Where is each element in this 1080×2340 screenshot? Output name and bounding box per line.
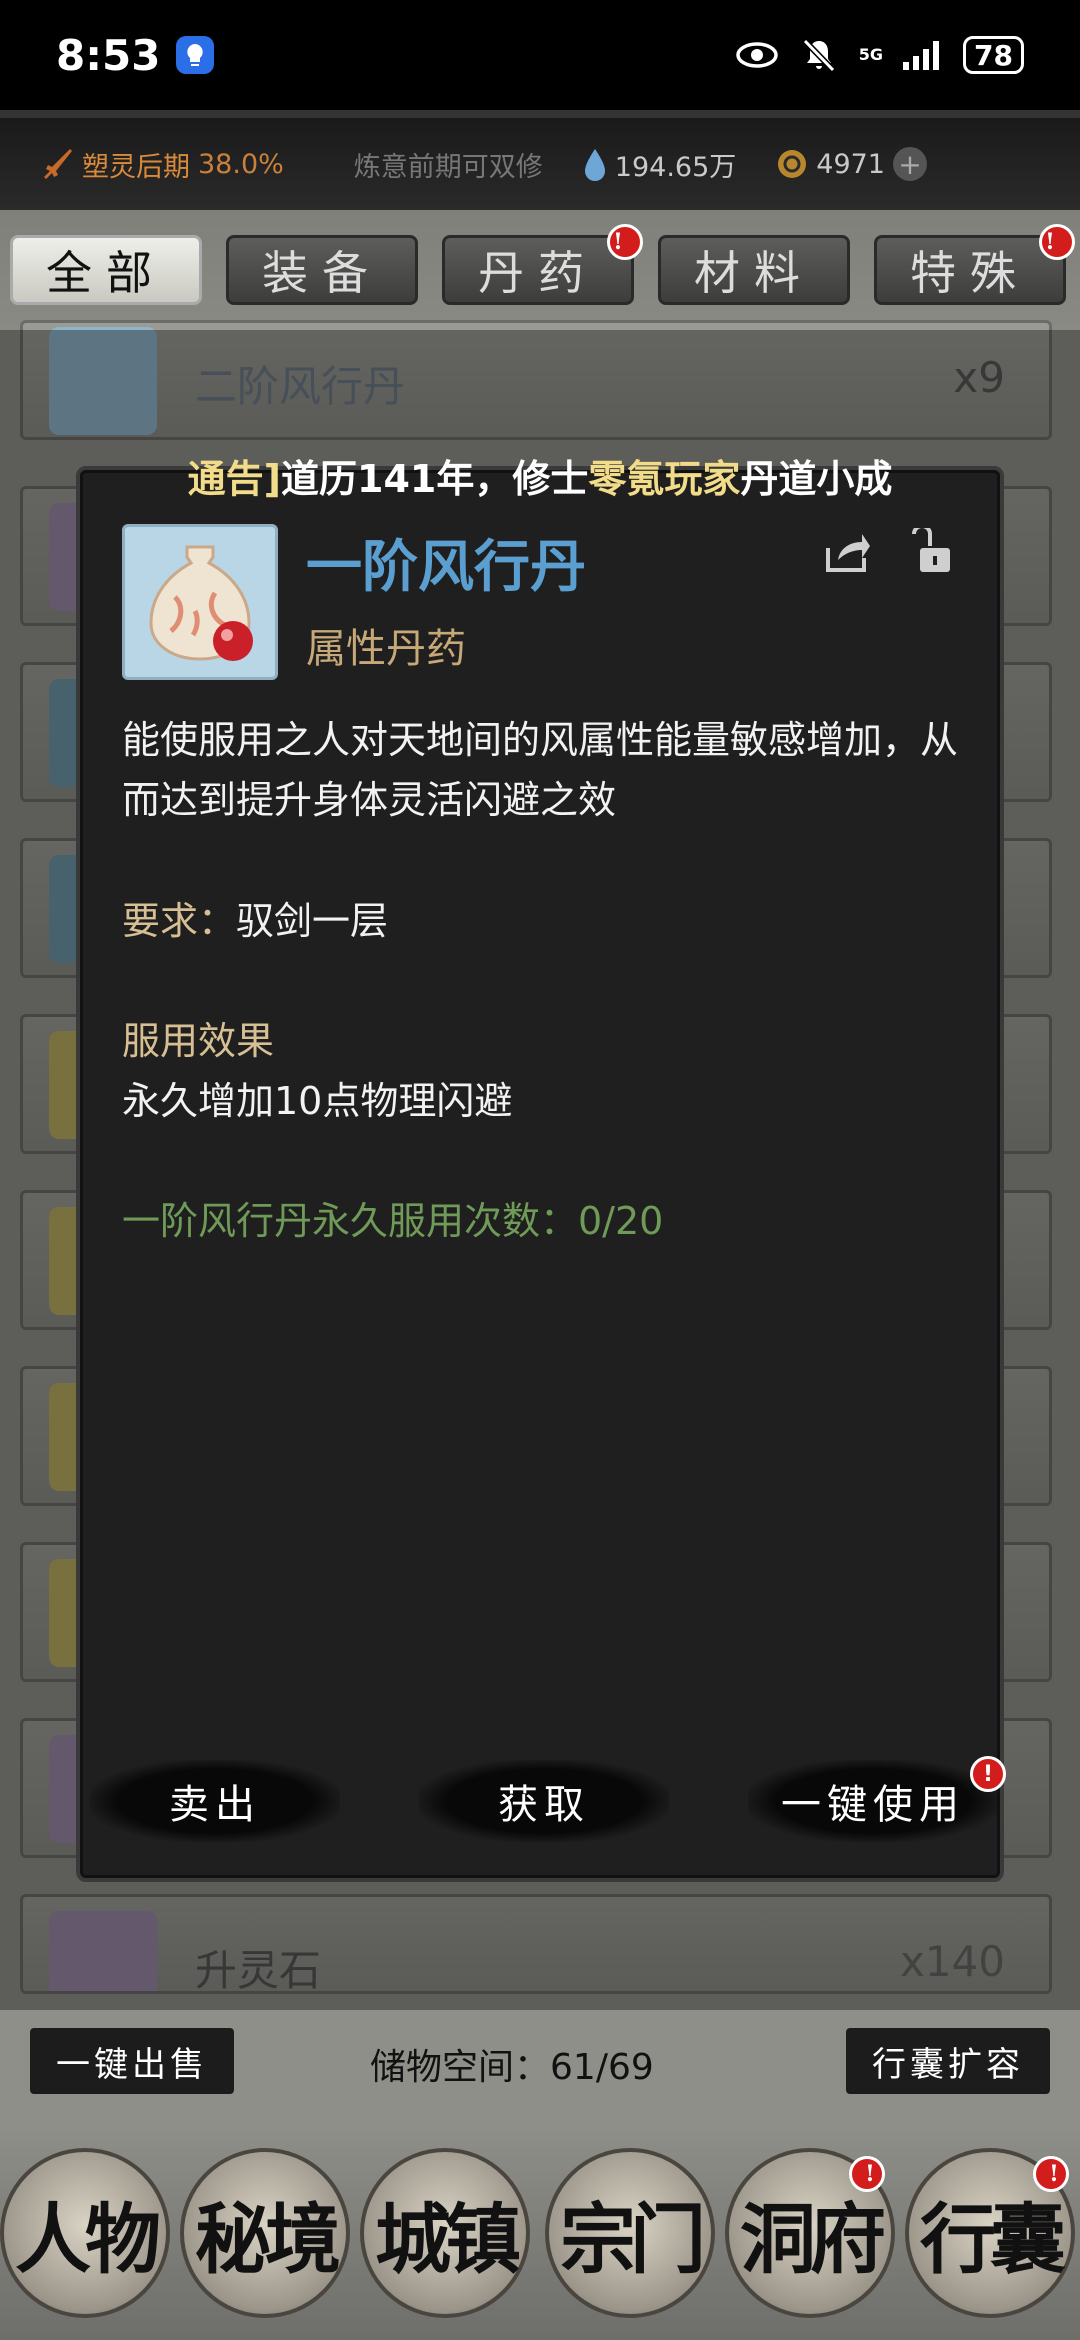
nav-bag[interactable]: 行囊 ! xyxy=(905,2148,1075,2318)
item-type: 属性丹药 xyxy=(306,626,466,672)
inventory-actions: 一键出售 储物空间：61/69 行囊扩容 xyxy=(0,2010,1080,2100)
nav-town[interactable]: 城镇 xyxy=(360,2148,530,2318)
tab-label: 装备 xyxy=(262,246,382,300)
notice-prefix: 通告] xyxy=(187,457,281,501)
button-label: 行囊扩容 xyxy=(872,2044,1024,2085)
coin-icon xyxy=(778,150,807,178)
realm-progress: 38.0% xyxy=(198,148,284,180)
tab-equipment[interactable]: 装备 xyxy=(226,235,418,305)
button-label: 一键出售 xyxy=(56,2044,208,2085)
button-label: 一键使用 xyxy=(781,1782,965,1828)
network-type: 5G xyxy=(858,45,884,64)
sell-button[interactable]: 卖出 xyxy=(90,1760,340,1842)
nav-label: 洞府 xyxy=(740,2195,886,2284)
expand-bag-button[interactable]: 行囊扩容 xyxy=(846,2028,1050,2094)
button-label: 卖出 xyxy=(169,1782,261,1828)
storage-label: 储物空间： xyxy=(370,2047,551,2088)
notice-text: 道历141年，修士 xyxy=(281,457,589,501)
main-navigation: 人物 秘境 城镇 宗门 洞府 ! 行囊 ! xyxy=(0,2130,1080,2340)
sword-icon xyxy=(44,149,72,179)
gold-counter: 4971 + xyxy=(776,147,927,181)
water-drop-icon xyxy=(584,149,605,181)
tab-pills[interactable]: 丹药 ! xyxy=(442,224,643,305)
tab-all[interactable]: 全部 xyxy=(10,235,202,305)
obtain-button[interactable]: 获取 xyxy=(419,1760,669,1842)
nav-label: 宗门 xyxy=(560,2195,706,2284)
notice-player: 零氪玩家 xyxy=(588,457,741,501)
signal-icon xyxy=(903,41,940,70)
requirement-value: 驭剑一层 xyxy=(236,899,389,943)
pill-bottle-icon xyxy=(122,524,278,680)
tab-label: 特殊 xyxy=(910,246,1030,300)
nav-cave-abode[interactable]: 洞府 ! xyxy=(725,2148,895,2318)
effect-value: 永久增加10点物理闪避 xyxy=(122,1079,513,1123)
cultivation-tip: 炼意前期可双修 xyxy=(353,151,543,183)
requirement-label: 要求： xyxy=(122,899,237,943)
gold-value: 4971 xyxy=(816,148,885,180)
tab-label: 丹药 xyxy=(478,246,598,300)
item-requirement: 要求：驭剑一层 xyxy=(122,890,388,945)
broadcast-notice: 通告]道历141年，修士零氪玩家丹道小成 xyxy=(76,452,1004,506)
spirit-stone-value: 194.65万 xyxy=(614,151,737,183)
alert-badge-icon: ! xyxy=(1039,224,1075,260)
app-notification-icon xyxy=(176,36,215,74)
category-tabs: 全部 装备 丹药 ! 材料 特殊 ! xyxy=(0,210,1080,330)
item-title: 一阶风行丹 xyxy=(306,534,586,600)
notice-text: 丹道小成 xyxy=(740,457,893,501)
storage-value: 61/69 xyxy=(550,2047,654,2088)
spirit-stone-counter: 194.65万 xyxy=(583,145,736,184)
use-all-button[interactable]: 一键使用 xyxy=(748,1760,998,1842)
bell-muted-icon xyxy=(802,38,835,72)
alert-badge-icon: ! xyxy=(1033,2156,1069,2192)
share-icon[interactable] xyxy=(822,528,870,576)
nav-character[interactable]: 人物 xyxy=(0,2148,170,2318)
realm-status[interactable]: 塑灵后期 38.0% xyxy=(40,145,284,184)
nav-label: 行囊 xyxy=(920,2195,1066,2284)
alert-badge-icon: ! xyxy=(607,224,643,260)
nav-label: 人物 xyxy=(15,2195,161,2284)
button-label: 获取 xyxy=(498,1782,590,1828)
nav-label: 城镇 xyxy=(375,2195,521,2284)
permanent-use-count: 一阶风行丹永久服用次数：0/20 xyxy=(122,1199,664,1243)
add-currency-button[interactable]: + xyxy=(892,147,927,181)
nav-secret-realm[interactable]: 秘境 xyxy=(180,2148,350,2318)
battery-indicator: 78 xyxy=(963,36,1024,74)
effect-heading: 服用效果 xyxy=(122,1019,275,1063)
status-bar: 8:53 5G 78 xyxy=(0,0,1080,110)
item-detail-dialog: 一阶风行丹 属性丹药 能使服用之人对天地间的风属性能量敏感增加，从而达到提升身体… xyxy=(76,466,1006,1882)
nav-label: 秘境 xyxy=(195,2195,341,2284)
unlock-icon[interactable] xyxy=(906,528,954,576)
resource-bar: 塑灵后期 38.0% 炼意前期可双修 194.65万 4971 + xyxy=(0,110,1080,210)
item-description: 能使服用之人对天地间的风属性能量敏感增加，从而达到提升身体灵活闪避之效 xyxy=(122,718,959,822)
tab-special[interactable]: 特殊 ! xyxy=(874,224,1075,305)
tab-label: 材料 xyxy=(694,246,814,300)
storage-capacity: 储物空间：61/69 xyxy=(370,2038,654,2090)
sell-all-button[interactable]: 一键出售 xyxy=(30,2028,234,2094)
eye-icon xyxy=(736,42,778,68)
alert-badge-icon: ! xyxy=(849,2156,885,2192)
status-time: 8:53 xyxy=(56,30,161,80)
alert-badge-icon: ! xyxy=(970,1756,1006,1792)
tab-label: 全部 xyxy=(46,246,166,300)
nav-sect[interactable]: 宗门 xyxy=(545,2148,715,2318)
tab-materials[interactable]: 材料 xyxy=(658,235,850,305)
realm-name: 塑灵后期 xyxy=(82,151,190,183)
